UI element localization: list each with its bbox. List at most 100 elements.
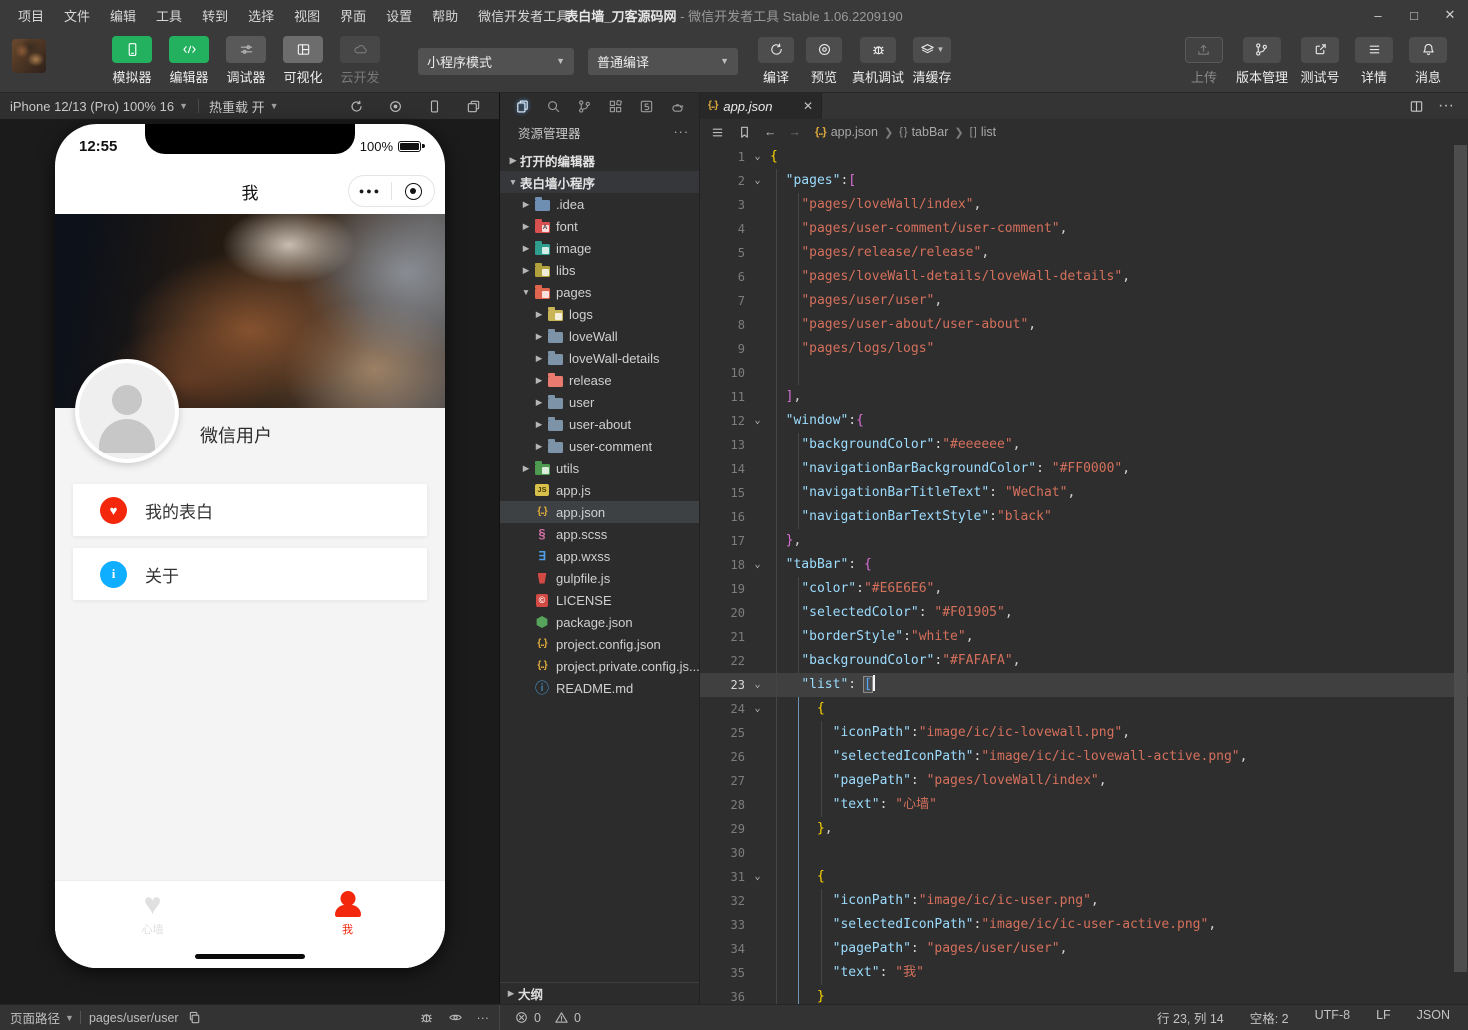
tree-item-app.scss[interactable]: §app.scss (500, 523, 699, 545)
close-tab-icon[interactable]: ✕ (803, 99, 813, 113)
tree-item-libs[interactable]: ▶libs (500, 259, 699, 281)
fold-chevron-icon[interactable]: ⌄ (745, 865, 770, 889)
explorer-icon[interactable] (512, 96, 533, 117)
code-editor[interactable]: 1⌄{2⌄ "pages":[3 "pages/loveWall/index",… (700, 145, 1468, 1004)
code-line-5[interactable]: 5 "pages/release/release", (700, 241, 1468, 265)
bookmark-icon[interactable] (737, 125, 752, 140)
toggle-云开发[interactable]: 云开发 (336, 36, 384, 86)
extensions-icon[interactable] (605, 96, 626, 117)
nav-back-icon[interactable]: ← (764, 125, 777, 139)
debug-icon[interactable] (419, 1010, 434, 1025)
cursor-position[interactable]: 行 23, 列 14 (1157, 1008, 1224, 1027)
code-line-27[interactable]: 27 "pagePath": "pages/loveWall/index", (700, 769, 1468, 793)
detach-window-icon[interactable] (466, 99, 481, 114)
tab-app-json[interactable]: {..} app.json ✕ (700, 93, 822, 119)
toggle-调试器[interactable]: 调试器 (222, 36, 270, 86)
code-line-35[interactable]: 35 "text": "我" (700, 961, 1468, 985)
action-版本管理[interactable]: 版本管理 (1236, 37, 1288, 86)
more-icon[interactable]: ··· (477, 1011, 490, 1025)
preview-icon[interactable] (448, 1010, 463, 1025)
search-icon[interactable] (543, 96, 564, 117)
action-测试号[interactable]: 测试号 (1298, 37, 1342, 86)
code-line-20[interactable]: 20 "selectedColor": "#F01905", (700, 601, 1468, 625)
fold-chevron-icon[interactable]: ⌄ (745, 673, 770, 697)
page-path-label[interactable]: 页面路径 (10, 1008, 60, 1027)
code-line-32[interactable]: 32 "iconPath":"image/ic/ic-user.png", (700, 889, 1468, 913)
menu-item-关于[interactable]: i 关于 (73, 548, 427, 600)
more-menu-icon[interactable]: ●●● (349, 186, 391, 196)
encoding[interactable]: UTF-8 (1315, 1008, 1350, 1027)
code-line-21[interactable]: 21 "borderStyle":"white", (700, 625, 1468, 649)
menu-文件[interactable]: 文件 (56, 3, 98, 28)
code-line-19[interactable]: 19 "color":"#E6E6E6", (700, 577, 1468, 601)
hot-reload-toggle[interactable]: 热重载 开 (209, 97, 265, 116)
fold-chevron-icon[interactable]: ⌄ (745, 409, 770, 433)
code-line-9[interactable]: 9 "pages/logs/logs" (700, 337, 1468, 361)
compile-mode-select[interactable]: 普通编译▼ (588, 48, 738, 75)
action-编译[interactable]: 编译 (756, 37, 796, 86)
code-line-13[interactable]: 13 "backgroundColor":"#eeeeee", (700, 433, 1468, 457)
fold-chevron-icon[interactable]: ⌄ (745, 553, 770, 577)
menu-编辑[interactable]: 编辑 (102, 3, 144, 28)
code-line-30[interactable]: 30 (700, 841, 1468, 865)
breadcrumb-app.json[interactable]: {..}app.json (815, 125, 878, 139)
editor-tools-icon[interactable] (636, 96, 657, 117)
menu-视图[interactable]: 视图 (286, 3, 328, 28)
code-line-11[interactable]: 11 ], (700, 385, 1468, 409)
code-line-14[interactable]: 14 "navigationBarBackgroundColor": "#FF0… (700, 457, 1468, 481)
tree-item-logs[interactable]: ▶logs (500, 303, 699, 325)
indent-setting[interactable]: 空格: 2 (1250, 1008, 1289, 1027)
tree-item-release[interactable]: ▶release (500, 369, 699, 391)
menu-微信开发者工具[interactable]: 微信开发者工具 (470, 3, 577, 28)
menu-项目[interactable]: 项目 (10, 3, 52, 28)
tree-item-user[interactable]: ▶user (500, 391, 699, 413)
action-清缓存[interactable]: ▼ 清缓存 (912, 37, 952, 86)
split-editor-icon[interactable] (1409, 99, 1424, 114)
tree-item-app.json[interactable]: {..}app.json (500, 501, 699, 523)
user-avatar[interactable] (12, 39, 46, 73)
restart-icon[interactable] (349, 99, 364, 114)
tree-item-image[interactable]: ▶image (500, 237, 699, 259)
copy-path-icon[interactable] (187, 1010, 202, 1025)
tree-item-gulpfile.js[interactable]: gulpfile.js (500, 567, 699, 589)
toggle-可视化[interactable]: 可视化 (279, 36, 327, 86)
code-line-10[interactable]: 10 (700, 361, 1468, 385)
code-line-17[interactable]: 17 }, (700, 529, 1468, 553)
tree-item-表白墙小程序[interactable]: ▼表白墙小程序 (500, 171, 699, 193)
record-icon[interactable] (388, 99, 403, 114)
fold-chevron-icon[interactable]: ⌄ (745, 697, 770, 721)
toggle-编辑器[interactable]: 编辑器 (165, 36, 213, 86)
code-line-36[interactable]: 36 } (700, 985, 1468, 1004)
mode-select[interactable]: 小程序模式▼ (418, 48, 574, 75)
editor-scrollbar[interactable] (1454, 145, 1467, 998)
code-line-29[interactable]: 29 }, (700, 817, 1468, 841)
tree-item-README.md[interactable]: ⓘREADME.md (500, 677, 699, 699)
code-line-28[interactable]: 28 "text": "心墙" (700, 793, 1468, 817)
menu-选择[interactable]: 选择 (240, 3, 282, 28)
fold-chevron-icon[interactable]: ⌄ (745, 145, 770, 169)
menu-item-我的表白[interactable]: ♥ 我的表白 (73, 484, 427, 536)
tree-item-loveWall[interactable]: ▶loveWall (500, 325, 699, 347)
code-line-25[interactable]: 25 "iconPath":"image/ic/ic-lovewall.png"… (700, 721, 1468, 745)
action-详情[interactable]: 详情 (1352, 37, 1396, 86)
code-line-34[interactable]: 34 "pagePath": "pages/user/user", (700, 937, 1468, 961)
tree-item-project.private.config.js...[interactable]: {..}project.private.config.js... (500, 655, 699, 677)
tree-item-project.config.json[interactable]: {..}project.config.json (500, 633, 699, 655)
menu-帮助[interactable]: 帮助 (424, 3, 466, 28)
code-line-3[interactable]: 3 "pages/loveWall/index", (700, 193, 1468, 217)
toggle-模拟器[interactable]: 模拟器 (108, 36, 156, 86)
code-line-15[interactable]: 15 "navigationBarTitleText": "WeChat", (700, 481, 1468, 505)
code-line-8[interactable]: 8 "pages/user-about/user-about", (700, 313, 1468, 337)
tree-item-package.json[interactable]: package.json (500, 611, 699, 633)
action-消息[interactable]: 消息 (1406, 37, 1450, 86)
breadcrumb-tabBar[interactable]: { }tabBar (899, 125, 948, 139)
problems-indicator[interactable]: 0 0 (500, 1010, 705, 1025)
tree-item-LICENSE[interactable]: ©LICENSE (500, 589, 699, 611)
close-miniprogram-icon[interactable] (392, 183, 434, 200)
eol[interactable]: LF (1376, 1008, 1391, 1027)
device-selector[interactable]: iPhone 12/13 (Pro) 100% 16 (10, 99, 174, 114)
more-actions-icon[interactable]: ··· (674, 125, 690, 139)
menu-界面[interactable]: 界面 (332, 3, 374, 28)
code-line-6[interactable]: 6 "pages/loveWall-details/loveWall-detai… (700, 265, 1468, 289)
tree-item-app.wxss[interactable]: ∃app.wxss (500, 545, 699, 567)
